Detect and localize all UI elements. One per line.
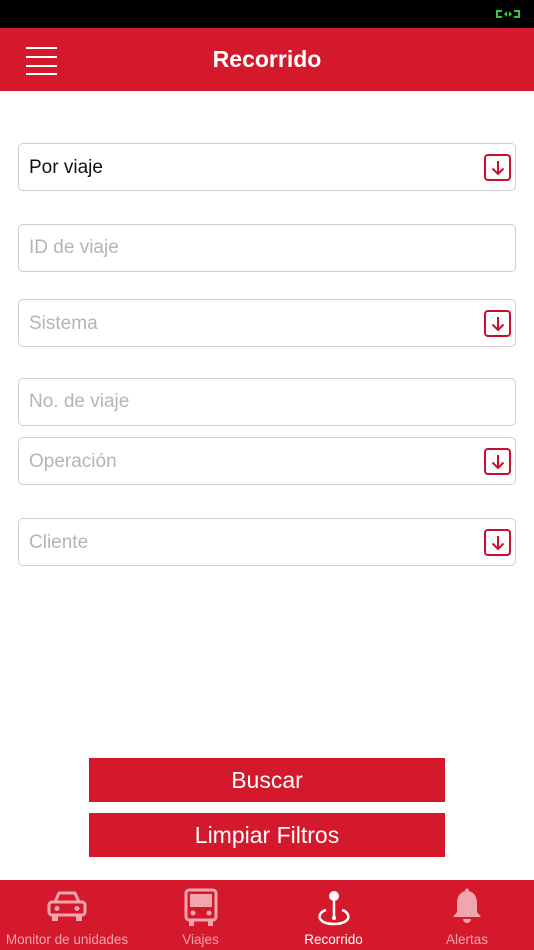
tab-viajes[interactable]: Viajes xyxy=(134,880,267,950)
bell-icon xyxy=(453,888,481,923)
tab-label: Viajes xyxy=(182,932,219,947)
trip-number-field[interactable] xyxy=(18,378,516,426)
trip-id-field[interactable] xyxy=(18,224,516,272)
navigation-bar: Recorrido xyxy=(0,28,534,91)
client-select[interactable]: Cliente xyxy=(18,518,516,566)
trip-number-input[interactable] xyxy=(19,379,515,425)
tab-label: Alertas xyxy=(445,932,489,947)
route-pin-icon xyxy=(317,891,350,926)
status-bar xyxy=(0,0,534,28)
filter-type-select[interactable]: Por viaje xyxy=(18,143,516,191)
client-placeholder: Cliente xyxy=(29,532,89,553)
trip-id-input[interactable] xyxy=(19,225,515,271)
tab-label: Monitor de unidades xyxy=(5,932,129,947)
system-select[interactable]: Sistema xyxy=(18,299,516,347)
clear-filters-button[interactable]: Limpiar Filtros xyxy=(89,813,445,857)
operation-placeholder: Operación xyxy=(29,451,117,472)
operation-select[interactable]: Operación xyxy=(18,437,516,485)
tab-monitor[interactable]: Monitor de unidades xyxy=(0,880,134,950)
battery-icon xyxy=(496,10,520,18)
arrow-down-icon[interactable] xyxy=(484,448,511,475)
tab-bar: Monitor de unidades Viajes Recorrido Ale… xyxy=(0,880,534,950)
arrow-down-icon[interactable] xyxy=(484,154,511,181)
tab-alertas[interactable]: Alertas xyxy=(400,880,534,950)
arrow-down-icon[interactable] xyxy=(484,310,511,337)
page-title: Recorrido xyxy=(212,46,322,72)
search-button[interactable]: Buscar xyxy=(89,758,445,802)
car-icon xyxy=(47,891,87,921)
tab-recorrido[interactable]: Recorrido xyxy=(267,880,400,950)
bus-icon xyxy=(184,888,217,926)
system-placeholder: Sistema xyxy=(29,313,98,334)
tab-label: Recorrido xyxy=(304,932,363,947)
filter-type-value: Por viaje xyxy=(29,157,103,178)
arrow-down-icon[interactable] xyxy=(484,529,511,556)
